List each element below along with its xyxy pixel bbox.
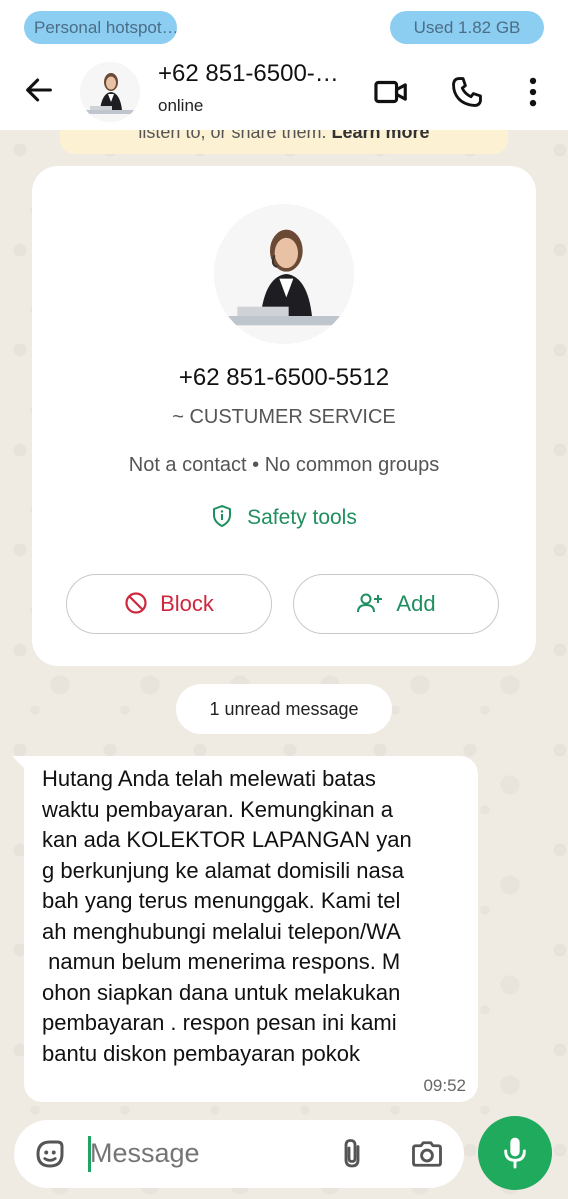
voice-record-button[interactable] bbox=[478, 1116, 552, 1190]
chat-title[interactable]: +62 851-6500-… bbox=[158, 60, 339, 88]
contact-meta: Not a contact • No common groups bbox=[128, 454, 440, 476]
message-composer bbox=[14, 1120, 464, 1188]
back-arrow-icon[interactable] bbox=[22, 73, 56, 107]
unread-messages-divider: 1 unread message bbox=[176, 684, 392, 734]
attach-icon[interactable] bbox=[334, 1136, 370, 1172]
person-avatar-icon bbox=[80, 62, 140, 122]
incoming-message[interactable]: Hutang Anda telah melewati batas waktu p… bbox=[24, 756, 478, 1102]
video-call-icon[interactable] bbox=[372, 73, 410, 111]
contact-info-card: +62 851-6500-5512 ~ CUSTUMER SERVICE Not… bbox=[32, 166, 536, 666]
data-usage-pill[interactable]: Used 1.82 GB bbox=[390, 11, 544, 44]
microphone-icon bbox=[504, 1137, 526, 1169]
chat-header: +62 851-6500-… online bbox=[0, 56, 568, 130]
safety-tools-link[interactable]: Safety tools bbox=[32, 504, 536, 530]
block-label: Block bbox=[160, 591, 214, 616]
avatar[interactable] bbox=[80, 62, 140, 122]
message-input[interactable] bbox=[90, 1138, 320, 1169]
chat-status: online bbox=[158, 96, 204, 115]
hotspot-pill[interactable]: Personal hotspot… bbox=[24, 11, 177, 44]
add-contact-button[interactable]: Add bbox=[293, 574, 499, 634]
sticker-icon[interactable] bbox=[32, 1136, 68, 1172]
camera-icon[interactable] bbox=[408, 1136, 446, 1172]
shield-icon bbox=[213, 505, 232, 527]
block-icon bbox=[125, 592, 147, 614]
more-vert-icon[interactable] bbox=[514, 73, 552, 111]
add-label: Add bbox=[396, 591, 436, 616]
add-person-icon bbox=[357, 593, 383, 613]
block-button[interactable]: Block bbox=[66, 574, 272, 634]
status-bar: Personal hotspot… Used 1.82 GB bbox=[0, 0, 568, 56]
contact-avatar[interactable] bbox=[214, 204, 354, 344]
contact-name: ~ CUSTUMER SERVICE bbox=[172, 406, 396, 428]
person-avatar-icon bbox=[214, 204, 354, 344]
contact-phone: +62 851-6500-5512 bbox=[178, 364, 390, 391]
message-time: 09:52 bbox=[423, 1076, 466, 1095]
voice-call-icon[interactable] bbox=[448, 73, 486, 111]
message-text: Hutang Anda telah melewati batas waktu p… bbox=[42, 766, 412, 1066]
safety-tools-label: Safety tools bbox=[247, 506, 357, 529]
